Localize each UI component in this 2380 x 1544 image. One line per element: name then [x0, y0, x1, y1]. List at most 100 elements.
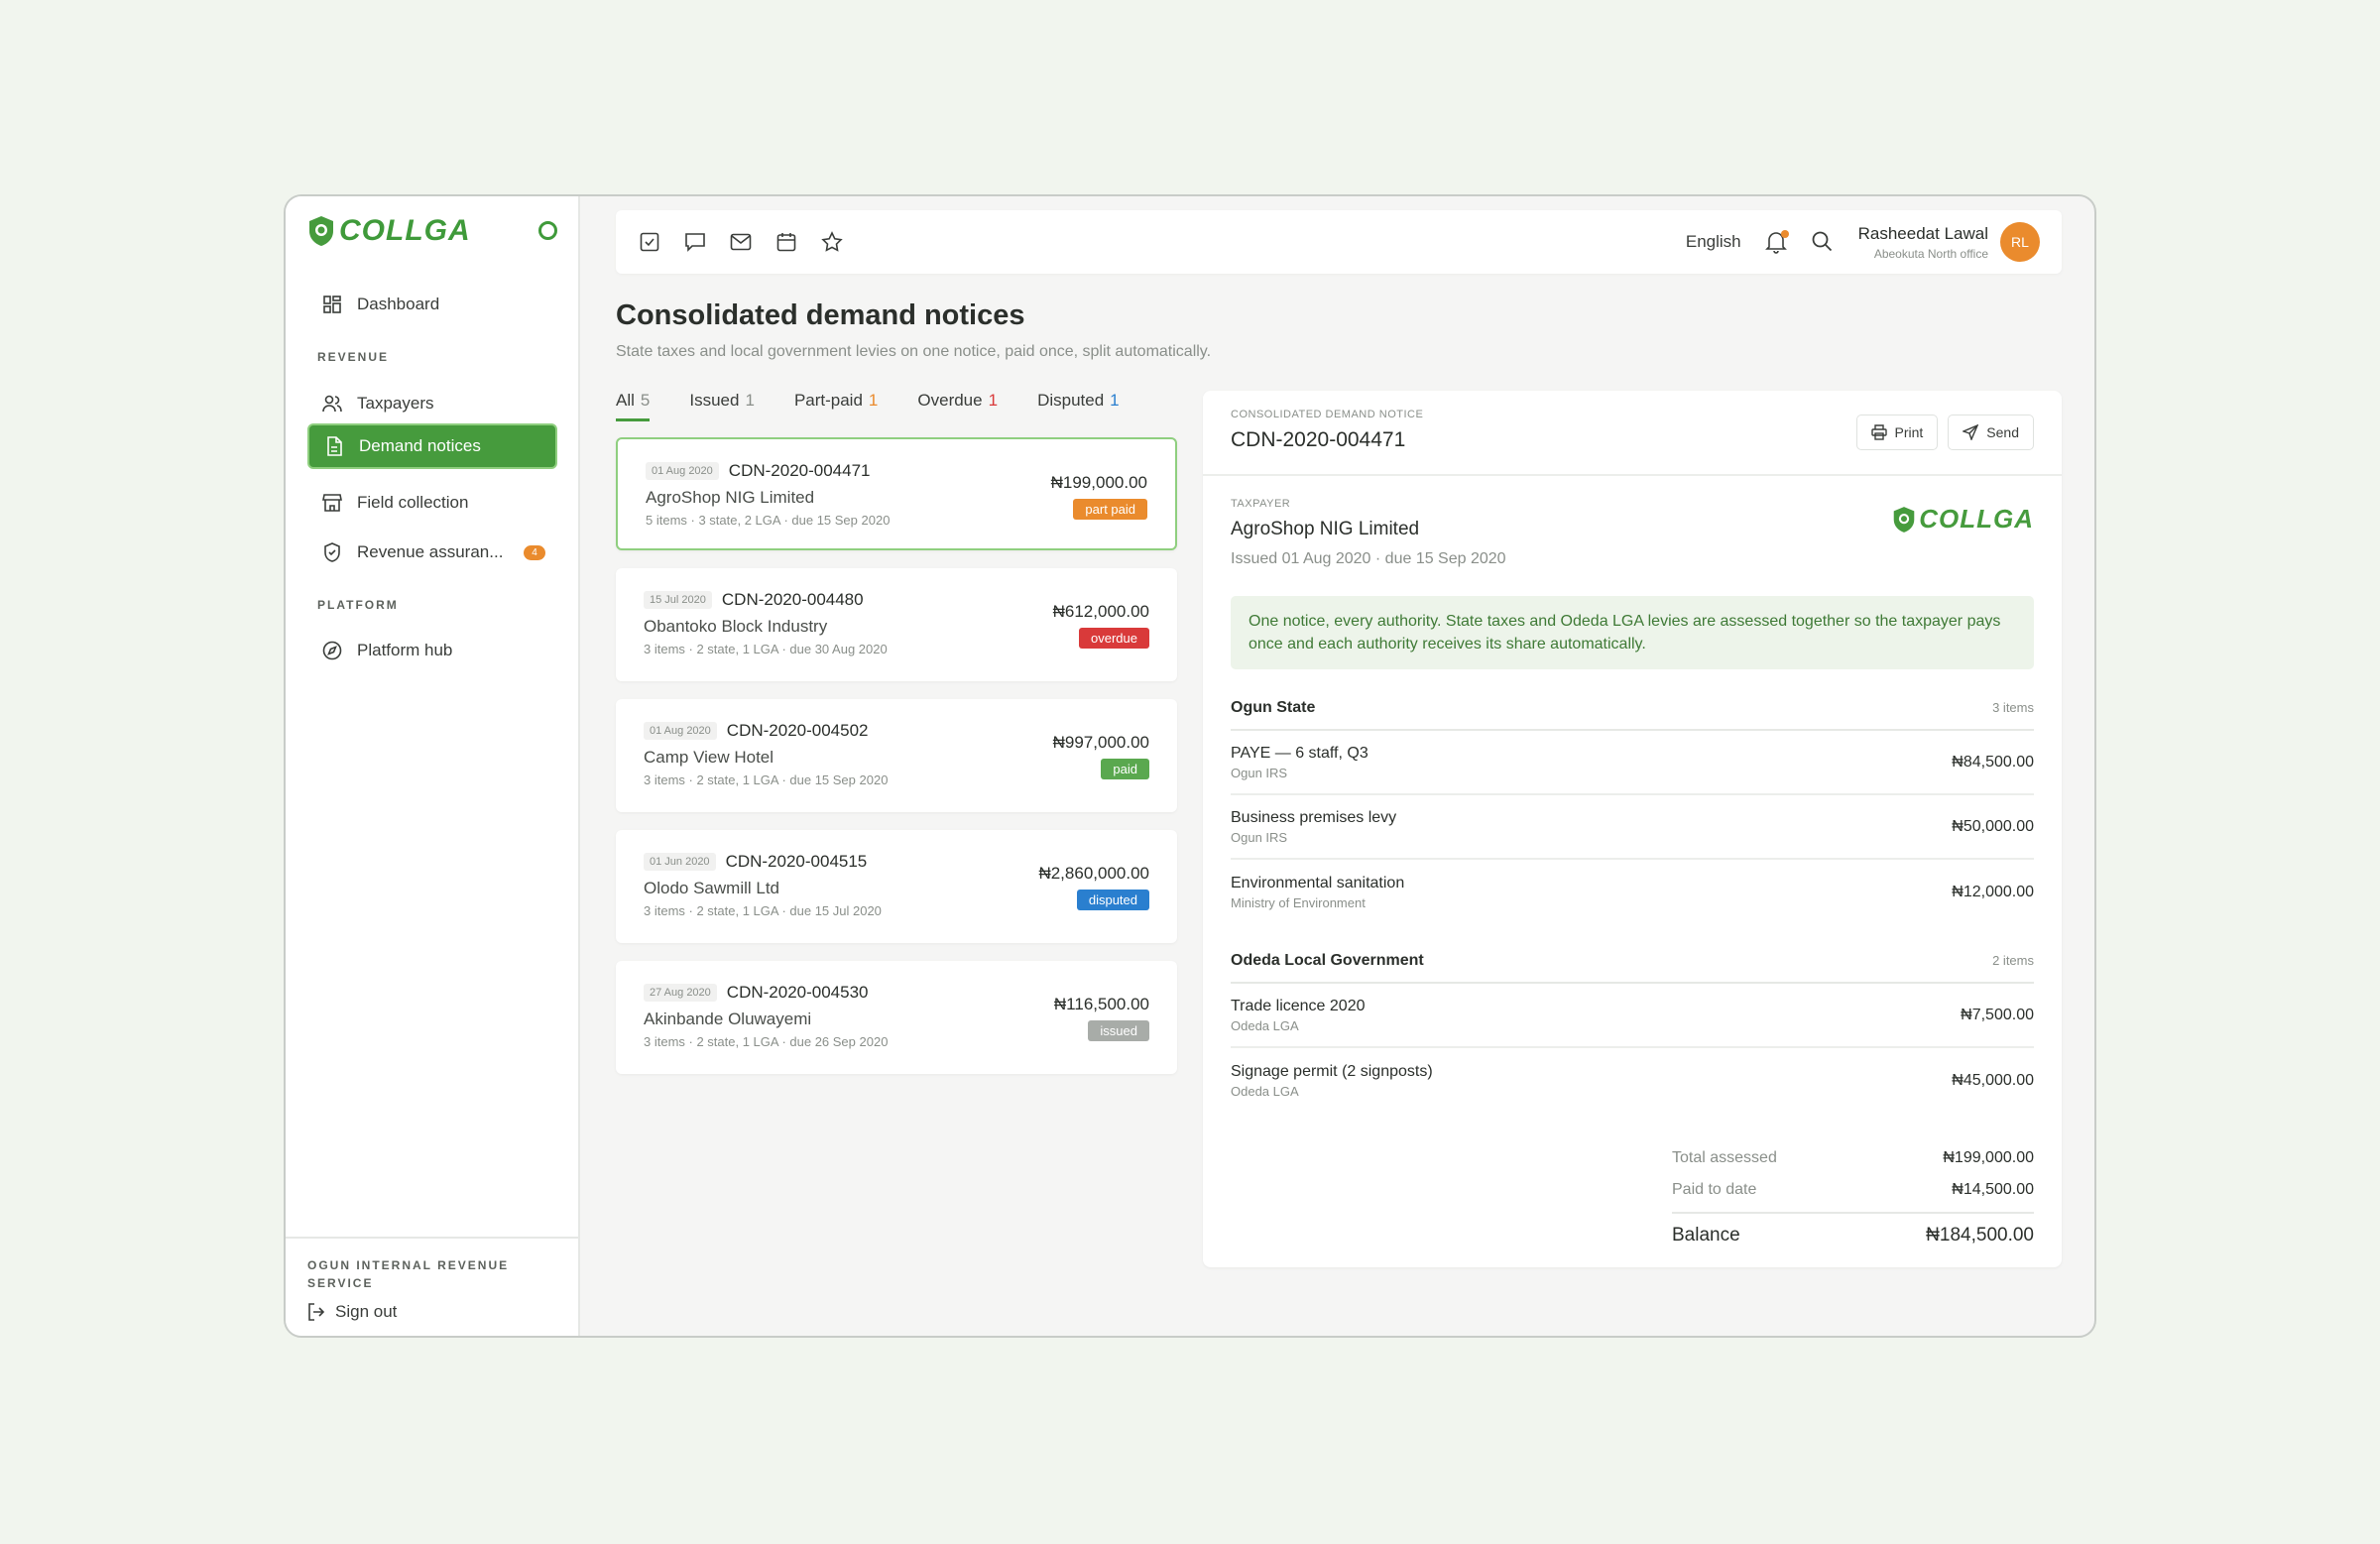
tab-all[interactable]: All 5: [616, 391, 651, 421]
notice-card[interactable]: 15 Jul 2020 CDN-2020-004480 Obantoko Bloc…: [616, 568, 1177, 681]
page-subtitle: State taxes and local government levies …: [616, 343, 1212, 360]
sidebar-item-revenue-assurance[interactable]: Revenue assuran... 4: [307, 530, 557, 575]
document-icon: [323, 435, 345, 457]
status-indicator[interactable]: [538, 221, 557, 240]
shield-logo-icon: [1893, 506, 1915, 533]
print-button[interactable]: Print: [1855, 415, 1939, 450]
user-info[interactable]: Rasheedat Lawal Abeokuta North office: [1858, 224, 1988, 261]
sidebar: COLLGA Dashboard REVENUE Taxpayers Deman…: [286, 196, 580, 1336]
balance-row: Balance ₦184,500.00: [1672, 1212, 2034, 1257]
tab-overdue[interactable]: Overdue 1: [917, 391, 998, 421]
line-authority: Ogun IRS: [1231, 765, 1288, 780]
collga-logo[interactable]: COLLGA: [307, 214, 471, 248]
notice-id: CDN-2020-004471: [728, 461, 871, 480]
tab-issued[interactable]: Issued 1: [689, 391, 755, 421]
language-selector[interactable]: English: [1686, 232, 1741, 252]
user-office: Abeokuta North office: [1873, 246, 1988, 261]
tab-part-paid[interactable]: Part-paid 1: [794, 391, 878, 421]
avatar[interactable]: RL: [2000, 222, 2040, 262]
status-badge: part paid: [1073, 499, 1147, 520]
collga-logo-small: COLLGA: [1892, 504, 2034, 534]
line-item: Environmental sanitation Ministry of Envi…: [1231, 860, 2034, 924]
tab-disputed[interactable]: Disputed 1: [1037, 391, 1120, 421]
bell-icon[interactable]: [1764, 230, 1789, 254]
line-authority: Ogun IRS: [1231, 829, 1288, 845]
tab-label: Part-paid: [793, 391, 863, 410]
line-item: Signage permit (2 signposts) Odeda LGA ₦4…: [1231, 1048, 2034, 1113]
line-title: Business premises levy: [1231, 808, 1397, 826]
send-button[interactable]: Send: [1948, 415, 2034, 450]
group-count: 3 items: [1992, 700, 2034, 715]
sidebar-item-field-collection[interactable]: Field collection: [307, 480, 557, 526]
line-amount: ₦12,000.00: [1952, 883, 2034, 900]
store-icon: [321, 492, 343, 514]
group-name: Odeda Local Government: [1231, 952, 1424, 969]
sidebar-item-label: Demand notices: [359, 436, 481, 455]
notice-amount: ₦2,860,000.00: [1038, 864, 1149, 883]
app-window: COLLGA Dashboard REVENUE Taxpayers Deman…: [284, 194, 2096, 1338]
chat-icon[interactable]: [683, 230, 707, 254]
sign-out-button[interactable]: Sign out: [307, 1302, 556, 1322]
line-title: Signage permit (2 signposts): [1231, 1062, 1433, 1080]
line-authority: Ministry of Environment: [1231, 894, 1366, 910]
tab-count: 1: [868, 391, 879, 410]
shield-logo-icon: [309, 216, 333, 246]
section-label-platform: PLATFORM: [317, 598, 399, 612]
date-chip: 01 Jun 2020: [644, 853, 716, 871]
line-title: Environmental sanitation: [1231, 874, 1405, 891]
notice-card[interactable]: 01 Aug 2020 CDN-2020-004502 Camp View Hot…: [616, 699, 1177, 812]
logout-icon: [308, 1303, 325, 1321]
group-count: 2 items: [1992, 953, 2034, 968]
sidebar-item-label: Platform hub: [357, 641, 453, 659]
check-square-icon[interactable]: [638, 230, 661, 254]
notice-amount: ₦116,500.00: [1053, 995, 1149, 1013]
calendar-icon[interactable]: [774, 230, 798, 254]
logo-wordmark: COLLGA: [339, 214, 471, 247]
star-icon[interactable]: [820, 230, 844, 254]
sidebar-item-dashboard[interactable]: Dashboard: [307, 282, 557, 327]
balance-label: Balance: [1672, 1225, 1740, 1246]
sidebar-item-platform-hub[interactable]: Platform hub: [307, 628, 557, 673]
total-value: ₦199,000.00: [1943, 1149, 2034, 1166]
tab-label: Issued: [689, 391, 740, 410]
notice-meta: 3 items · 2 state, 1 LGA · due 15 Jul 20…: [644, 903, 882, 918]
notice-card[interactable]: 27 Aug 2020 CDN-2020-004530 Akinbande Olu…: [616, 961, 1177, 1074]
tab-count: 1: [988, 391, 999, 410]
sidebar-item-label: Revenue assuran...: [357, 542, 504, 561]
notice-dates: Issued 01 Aug 2020 · due 15 Sep 2020: [1231, 550, 1506, 567]
paid-value: ₦14,500.00: [1952, 1181, 2034, 1198]
main-content: English Rasheedat Lawal Abeokuta North o…: [580, 196, 2094, 1336]
status-badge: issued: [1088, 1020, 1149, 1041]
filter-tabs: All 5 Issued 1 Part-paid 1 Overdue 1 Dispute…: [616, 391, 1120, 421]
notice-id: CDN-2020-004515: [725, 852, 868, 871]
group-header: Odeda Local Government 2 items: [1231, 952, 2034, 984]
date-chip: 15 Jul 2020: [644, 591, 712, 609]
notice-card[interactable]: 01 Aug 2020 CDN-2020-004471 AgroShop NIG …: [616, 437, 1177, 550]
paid-to-date-row: Paid to date ₦14,500.00: [1672, 1174, 2034, 1206]
search-icon[interactable]: [1811, 230, 1835, 254]
sidebar-item-demand-notices[interactable]: Demand notices: [307, 423, 557, 469]
line-amount: ₦84,500.00: [1952, 753, 2034, 771]
detail-header: CONSOLIDATED DEMAND NOTICE CDN-2020-0044…: [1203, 391, 2062, 476]
sidebar-item-label: Dashboard: [357, 295, 440, 313]
print-label: Print: [1894, 424, 1924, 440]
grid-icon: [321, 294, 343, 315]
count-badge: 4: [524, 544, 545, 560]
line-items: Trade licence 2020 Odeda LGA ₦7,500.00 Si…: [1231, 984, 2034, 1113]
line-authority: Odeda LGA: [1231, 1017, 1299, 1033]
notice-detail-panel: CONSOLIDATED DEMAND NOTICE CDN-2020-0044…: [1203, 391, 2062, 1267]
shield-check-icon: [321, 541, 343, 563]
detail-body: TAXPAYER AgroShop NIG Limited Issued 01 …: [1203, 476, 2062, 1279]
notice-meta: 5 items · 3 state, 2 LGA · due 15 Sep 20…: [646, 513, 891, 528]
mail-icon[interactable]: [729, 230, 753, 254]
users-icon: [321, 393, 343, 415]
notice-meta: 3 items · 2 state, 1 LGA · due 26 Sep 20…: [644, 1034, 889, 1049]
sidebar-item-label: Taxpayers: [357, 394, 434, 413]
notice-id: CDN-2020-004480: [721, 590, 864, 609]
notice-amount: ₦612,000.00: [1052, 602, 1149, 621]
notice-amount: ₦997,000.00: [1052, 733, 1149, 752]
total-assessed-row: Total assessed ₦199,000.00: [1672, 1142, 2034, 1174]
notice-card[interactable]: 01 Jun 2020 CDN-2020-004515 Olodo Sawmill…: [616, 830, 1177, 943]
sidebar-item-taxpayers[interactable]: Taxpayers: [307, 381, 557, 426]
date-chip: 01 Aug 2020: [644, 722, 717, 740]
